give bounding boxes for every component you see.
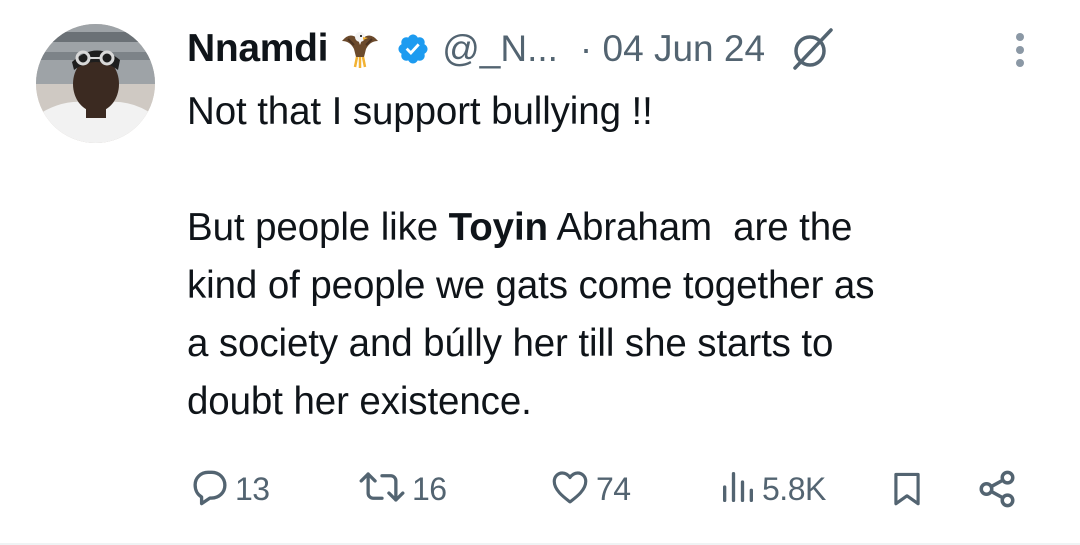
views-button[interactable]: 5.8K xyxy=(718,464,826,514)
tweet-header: Nnamdi @_N... · 04 Jun 24 xyxy=(187,24,835,74)
eagle-emoji-icon xyxy=(338,27,382,71)
share-icon[interactable] xyxy=(976,464,1018,514)
tweet-paragraph-2-line-3: a society and búlly her till she starts … xyxy=(187,322,834,365)
tweet-date[interactable]: · 04 Jun 24 xyxy=(580,28,765,70)
views-icon xyxy=(718,466,758,513)
avatar[interactable] xyxy=(36,24,155,143)
more-options-icon[interactable] xyxy=(1008,32,1032,77)
like-count: 74 xyxy=(596,470,631,507)
reply-count: 13 xyxy=(235,470,270,507)
tweet-paragraph-2-line-4: doubt her existence. xyxy=(187,380,532,423)
like-button[interactable]: 74 xyxy=(548,464,631,514)
tweet-text-segment: But people like xyxy=(187,206,449,249)
views-count: 5.8K xyxy=(762,470,826,507)
tweet-text: Not that I support bullying !! But peopl… xyxy=(187,83,1047,431)
repost-button[interactable]: 16 xyxy=(356,464,447,514)
grok-icon[interactable] xyxy=(789,26,835,72)
reply-icon xyxy=(189,466,231,513)
avatar-photo xyxy=(36,24,155,143)
tweet-paragraph-1: Not that I support bullying !! xyxy=(187,90,653,133)
bold-text: Toyin xyxy=(448,206,548,249)
repost-count: 16 xyxy=(412,470,447,507)
author-handle[interactable]: @_N... xyxy=(442,28,558,70)
tweet-paragraph-2-line-2: kind of people we gats come together as xyxy=(187,264,875,307)
bookmark-icon[interactable] xyxy=(888,464,926,514)
verified-badge-icon xyxy=(396,32,430,66)
tweet-text-segment: Abraham are the xyxy=(547,206,853,249)
author-name[interactable]: Nnamdi xyxy=(187,27,329,71)
action-bar: 13 16 74 5.8K xyxy=(0,464,1080,514)
heart-icon xyxy=(548,466,592,513)
tweet-paragraph-2-line-1: But people like Toyin Abraham are the xyxy=(187,199,1047,257)
reply-button[interactable]: 13 xyxy=(189,464,270,514)
repost-icon xyxy=(356,466,408,513)
